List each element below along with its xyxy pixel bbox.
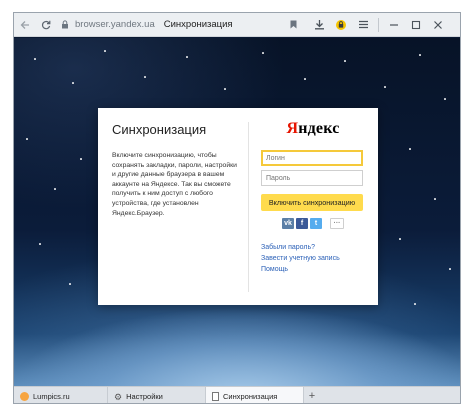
maximize-icon[interactable] — [405, 13, 427, 37]
download-icon[interactable] — [308, 13, 330, 37]
browser-window: browser.yandex.ua Синхронизация Синхрони… — [13, 12, 461, 404]
star — [54, 188, 56, 190]
tab-label: Синхронизация — [223, 391, 278, 401]
facebook-icon[interactable]: f — [296, 218, 308, 229]
tab-bar: Lumpics.ru ⚙ Настройки Синхронизация + — [14, 386, 460, 403]
star — [80, 158, 82, 160]
minimize-icon[interactable] — [383, 13, 405, 37]
star — [399, 238, 401, 240]
reload-icon[interactable] — [36, 13, 56, 37]
star — [434, 198, 436, 200]
tab-lumpics[interactable]: Lumpics.ru — [14, 387, 108, 403]
forgot-password-link[interactable]: Забыли пароль? — [261, 244, 365, 251]
star — [39, 243, 41, 245]
star — [262, 52, 264, 54]
star — [26, 138, 28, 140]
tab-settings[interactable]: ⚙ Настройки — [108, 387, 206, 403]
document-icon — [212, 391, 219, 401]
toolbar-right — [308, 13, 449, 37]
vk-icon[interactable]: vk — [282, 218, 294, 229]
sync-title: Синхронизация — [112, 122, 207, 137]
browser-topbar: browser.yandex.ua Синхронизация — [14, 13, 460, 37]
star — [419, 54, 421, 56]
enable-sync-button[interactable]: Включить синхронизацию — [261, 194, 363, 211]
menu-icon[interactable] — [352, 13, 374, 37]
star — [384, 86, 386, 88]
sync-info: Синхронизация Включите синхронизацию, чт… — [112, 122, 238, 218]
extension-icon[interactable] — [330, 13, 352, 37]
yandex-logo: Яндекс — [261, 120, 365, 138]
star — [414, 303, 416, 305]
sync-description: Включите синхронизацию, чтобы сохранять … — [112, 152, 237, 217]
star — [444, 98, 446, 100]
address-host: browser.yandex.ua — [75, 19, 155, 30]
star — [186, 56, 188, 58]
address-page-title: Синхронизация — [163, 19, 233, 30]
logo-rest: ндекс — [298, 120, 340, 137]
close-icon[interactable] — [427, 13, 449, 37]
help-links: Забыли пароль? Завести учетную запись По… — [261, 244, 365, 273]
address-bar[interactable]: browser.yandex.ua Синхронизация — [58, 13, 302, 37]
star — [144, 76, 146, 78]
password-input[interactable] — [261, 170, 363, 186]
star — [69, 283, 71, 285]
twitter-icon[interactable]: t — [310, 218, 322, 229]
login-input[interactable] — [261, 150, 363, 166]
star — [72, 82, 74, 84]
tab-sync[interactable]: Синхронизация — [206, 387, 304, 403]
logo-first-letter: Я — [286, 120, 299, 137]
star — [34, 58, 36, 60]
lock-icon — [58, 20, 72, 29]
star — [409, 148, 411, 150]
help-link[interactable]: Помощь — [261, 266, 365, 273]
more-icon[interactable]: ··· — [330, 218, 344, 229]
tab-label: Lumpics.ru — [33, 391, 70, 401]
dialog-divider — [248, 122, 249, 292]
star — [304, 78, 306, 80]
star — [224, 88, 226, 90]
bookmark-icon[interactable] — [284, 20, 302, 29]
lumpics-favicon-icon — [20, 391, 29, 401]
gear-icon: ⚙ — [114, 391, 123, 402]
back-arrow-icon[interactable] — [14, 13, 36, 37]
star — [104, 50, 106, 52]
star — [449, 268, 451, 270]
sync-dialog: Синхронизация Включите синхронизацию, чт… — [98, 108, 378, 305]
login-form: Яндекс Включить синхронизацию vk f t ···… — [261, 120, 365, 277]
tab-label: Настройки — [126, 391, 163, 401]
register-link[interactable]: Завести учетную запись — [261, 255, 365, 262]
new-tab-button[interactable]: + — [304, 390, 320, 402]
star — [344, 60, 346, 62]
social-login: vk f t ··· — [261, 218, 365, 229]
toolbar-separator — [378, 17, 379, 32]
